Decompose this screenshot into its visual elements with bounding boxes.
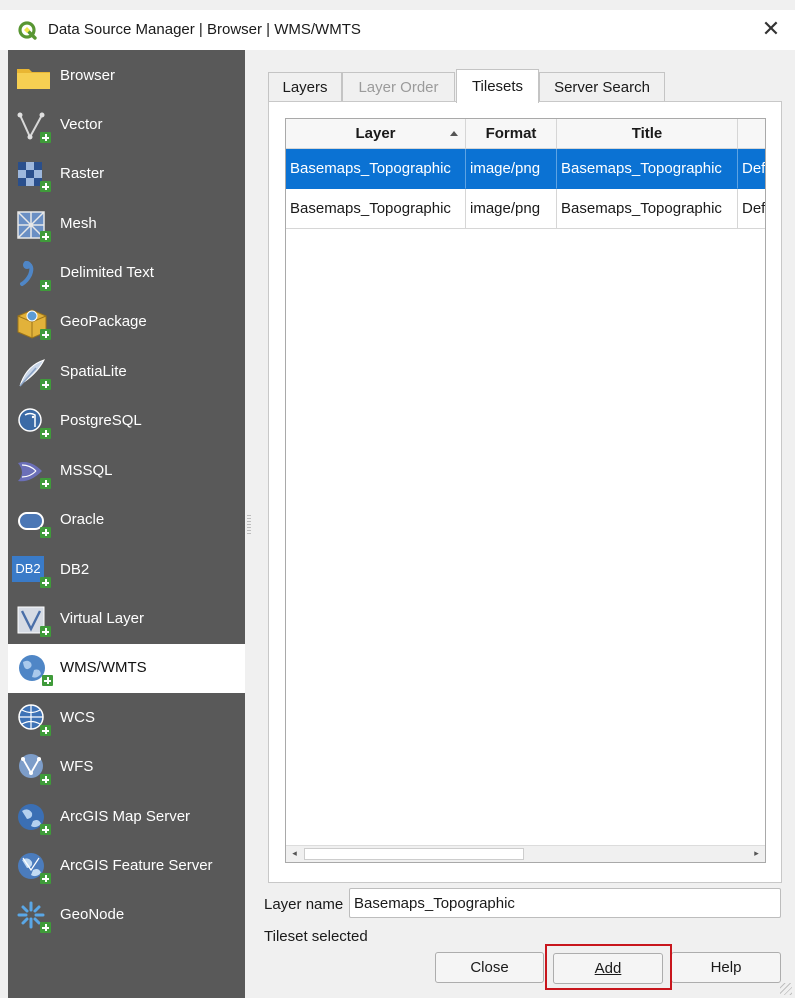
sidebar-item-label: Mesh — [60, 215, 97, 232]
add-button-highlight-box — [545, 944, 672, 990]
table-cell: Basemaps_Topographic — [286, 189, 466, 229]
add-plus-icon — [40, 922, 51, 933]
table-cell: Def — [738, 149, 765, 189]
title-bar: Data Source Manager | Browser | WMS/WMTS… — [0, 10, 795, 50]
sidebar-item-arcgis-feature-server[interactable]: ArcGIS Feature Server — [8, 842, 245, 891]
sidebar-item-label: GeoPackage — [60, 313, 147, 330]
table-row[interactable]: Basemaps_Topographic image/png Basemaps_… — [286, 149, 765, 189]
sidebar-item-label: Browser — [60, 67, 116, 84]
add-plus-icon — [40, 577, 51, 588]
data-source-manager-window: Data Source Manager | Browser | WMS/WMTS… — [0, 0, 795, 998]
layer-name-label: Layer name — [264, 896, 344, 913]
table-header: Layer Format Title — [286, 119, 765, 149]
add-plus-icon — [40, 379, 51, 390]
sidebar-item-browser[interactable]: Browser — [8, 52, 245, 101]
sidebar-item-label: Virtual Layer — [60, 610, 144, 627]
tilesets-table[interactable]: Layer Format Title Basemaps_Topographic … — [285, 118, 766, 863]
close-window-icon[interactable]: ✕ — [755, 14, 787, 46]
sort-ascending-icon — [450, 131, 458, 136]
column-header-extra[interactable] — [738, 119, 765, 149]
provider-sidebar: Browser Vector Raster Mesh Delimited Tex… — [8, 50, 245, 998]
column-header-layer[interactable]: Layer — [286, 119, 466, 149]
add-plus-icon — [40, 478, 51, 489]
sidebar-item-label: WFS — [60, 758, 94, 775]
horizontal-scrollbar[interactable]: ◂ ▸ — [286, 845, 765, 862]
sidebar-item-label: PostgreSQL — [60, 412, 142, 429]
scroll-left-icon[interactable]: ◂ — [286, 846, 303, 862]
add-plus-icon — [40, 824, 51, 835]
sidebar-item-wfs[interactable]: WFS — [8, 743, 245, 792]
add-plus-icon — [40, 280, 51, 291]
sidebar-item-delimited-text[interactable]: Delimited Text — [8, 249, 245, 298]
sidebar-item-mssql[interactable]: MSSQL — [8, 447, 245, 496]
sidebar-item-label: Raster — [60, 165, 105, 182]
table-cell: Basemaps_Topographic — [557, 189, 738, 229]
sidebar-item-label: DB2 — [60, 561, 90, 578]
sidebar-item-arcgis-map-server[interactable]: ArcGIS Map Server — [8, 793, 245, 842]
sidebar-item-oracle[interactable]: Oracle — [8, 496, 245, 545]
sidebar-item-label: Vector — [60, 116, 103, 133]
add-plus-icon — [40, 231, 51, 242]
sidebar-item-geonode[interactable]: GeoNode — [8, 891, 245, 940]
table-cell: image/png — [466, 189, 557, 229]
table-cell: image/png — [466, 149, 557, 189]
scroll-right-icon[interactable]: ▸ — [748, 846, 765, 862]
add-plus-icon — [40, 132, 51, 143]
column-header-title[interactable]: Title — [557, 119, 738, 149]
add-plus-icon — [40, 181, 51, 192]
folder-icon — [17, 69, 50, 89]
add-plus-icon — [40, 873, 51, 884]
add-plus-icon — [40, 774, 51, 785]
resize-grip[interactable] — [780, 983, 792, 995]
add-plus-icon — [40, 329, 51, 340]
sidebar-item-raster[interactable]: Raster — [8, 150, 245, 199]
sidebar-item-label: WCS — [60, 709, 95, 726]
column-header-format[interactable]: Format — [466, 119, 557, 149]
sidebar-item-db2[interactable]: DB2 DB2 — [8, 546, 245, 595]
tab-tilesets[interactable]: Tilesets — [456, 69, 539, 103]
layer-name-input[interactable] — [349, 888, 781, 918]
table-cell: Def — [738, 189, 765, 229]
sidebar-item-postgresql[interactable]: PostgreSQL — [8, 397, 245, 446]
column-header-label: Layer — [355, 125, 396, 142]
sidebar-item-label: SpatiaLite — [60, 363, 127, 380]
tab-layers[interactable]: Layers — [268, 72, 342, 102]
help-button[interactable]: Help — [671, 952, 781, 983]
sidebar-item-label: WMS/WMTS — [60, 659, 147, 676]
sidebar-item-label: MSSQL — [60, 462, 113, 479]
sidebar-item-wcs[interactable]: WCS — [8, 694, 245, 743]
table-row[interactable]: Basemaps_Topographic image/png Basemaps_… — [286, 189, 765, 229]
sidebar-item-vector[interactable]: Vector — [8, 101, 245, 150]
sidebar-item-label: GeoNode — [60, 906, 125, 923]
sidebar-item-mesh[interactable]: Mesh — [8, 200, 245, 249]
sidebar-item-geopackage[interactable]: GeoPackage — [8, 298, 245, 347]
add-plus-icon — [42, 675, 53, 686]
sidebar-item-label: Delimited Text — [60, 264, 154, 281]
sidebar-item-label: ArcGIS Map Server — [60, 808, 191, 825]
sidebar-item-virtual-layer[interactable]: Virtual Layer — [8, 595, 245, 644]
scrollbar-thumb[interactable] — [304, 848, 524, 860]
add-plus-icon — [40, 428, 51, 439]
add-plus-icon — [40, 626, 51, 637]
tab-server-search[interactable]: Server Search — [539, 72, 665, 102]
sidebar-item-label: ArcGIS Feature Server — [60, 857, 213, 874]
sidebar-item-spatialite[interactable]: SpatiaLite — [8, 348, 245, 397]
sidebar-item-label: Oracle — [60, 511, 105, 528]
add-plus-icon — [40, 725, 51, 736]
tab-layer-order[interactable]: Layer Order — [342, 72, 455, 102]
sidebar-item-wms-wmts[interactable]: WMS/WMTS — [8, 644, 245, 693]
window-title: Data Source Manager | Browser | WMS/WMTS — [48, 21, 361, 38]
close-button[interactable]: Close — [435, 952, 544, 983]
splitter-handle[interactable] — [247, 515, 251, 535]
status-text: Tileset selected — [264, 928, 368, 945]
table-cell: Basemaps_Topographic — [286, 149, 466, 189]
add-plus-icon — [40, 527, 51, 538]
qgis-logo-icon — [18, 21, 37, 40]
table-cell: Basemaps_Topographic — [557, 149, 738, 189]
